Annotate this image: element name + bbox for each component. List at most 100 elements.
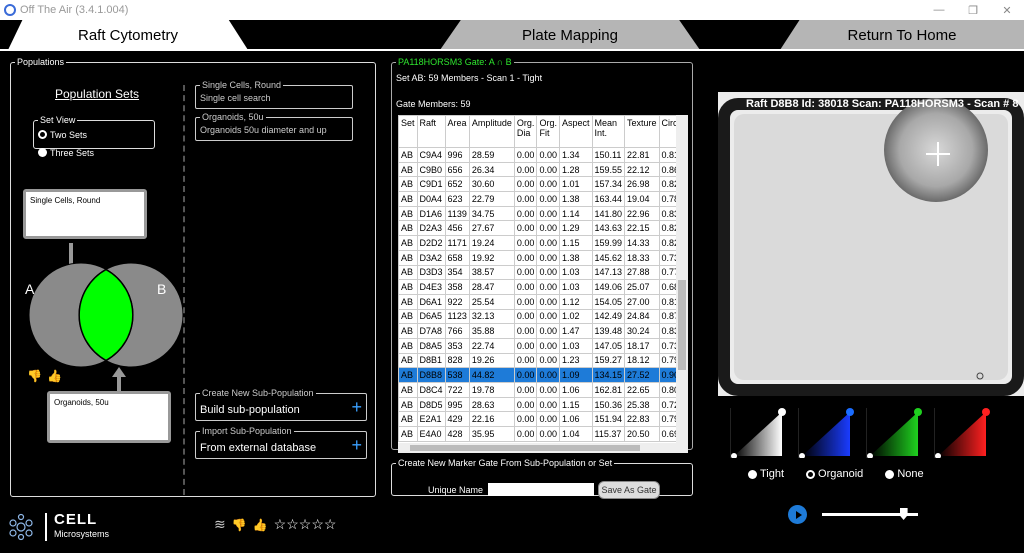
table-row[interactable]: AB D4E3 358 28.47 0.00 0.00 1.03 149.06 25.07 0.6…: [398, 279, 688, 295]
table-cell: 0.00: [513, 220, 538, 237]
column-header[interactable]: Amplitude: [468, 115, 515, 148]
table-cell: 163.44: [591, 191, 626, 207]
radio-tight[interactable]: Tight: [748, 468, 784, 480]
channel-white[interactable]: [730, 408, 790, 458]
channel-blue[interactable]: [798, 408, 858, 458]
table-row[interactable]: AB D8B1 828 19.26 0.00 0.00 1.23 159.27 18.12 0.7…: [398, 352, 688, 369]
channel-green[interactable]: [866, 408, 926, 458]
column-header[interactable]: Texture: [624, 115, 660, 148]
table-row[interactable]: AB D0A4 623 22.79 0.00 0.00 1.38 163.44 19.04 0.7…: [398, 191, 688, 207]
import-subpopulation[interactable]: Import Sub-Population From external data…: [195, 426, 367, 459]
raft-image-viewer[interactable]: [718, 92, 1024, 396]
add-icon[interactable]: +: [351, 436, 362, 454]
thumbs-down-icon[interactable]: 👎: [232, 518, 247, 532]
table-cell: 35.95: [468, 426, 515, 442]
star-icon[interactable]: ☆: [274, 516, 287, 532]
table-cell: AB: [398, 176, 418, 193]
table-cell: 1171: [444, 235, 470, 251]
table-row[interactable]: AB D6A1 922 25.54 0.00 0.00 1.12 154.05 27.00 0.8…: [398, 293, 688, 310]
table-row[interactable]: AB D7A8 766 35.88 0.00 0.00 1.47 139.48 30.24 0.8…: [398, 323, 688, 339]
column-header[interactable]: Raft: [416, 115, 446, 148]
table-cell: 828: [444, 352, 470, 369]
layers-icon[interactable]: ≋: [214, 516, 226, 533]
table-cell: 1.28: [558, 161, 593, 178]
population-sets-link[interactable]: Population Sets: [55, 87, 139, 101]
thumbs-down-icon[interactable]: 👎: [27, 369, 42, 383]
add-icon[interactable]: +: [351, 398, 362, 416]
table-cell: 428: [444, 426, 470, 442]
table-cell: 1.15: [558, 235, 593, 251]
column-header[interactable]: Aspect: [558, 115, 593, 148]
column-header[interactable]: Set: [398, 115, 418, 148]
set-b-box[interactable]: Organoids, 50u: [47, 391, 171, 443]
table-cell: 150.36: [591, 396, 626, 413]
table-row[interactable]: AB E4A0 428 35.95 0.00 0.00 1.04 115.37 20.50 0.6…: [398, 426, 688, 442]
table-row[interactable]: AB D8C4 722 19.78 0.00 0.00 1.06 162.81 22.65 0.8…: [398, 382, 688, 398]
channel-red[interactable]: [934, 408, 994, 458]
star-icon[interactable]: ☆: [324, 516, 337, 532]
horizontal-scrollbar[interactable]: [398, 443, 676, 453]
rating-stars[interactable]: ☆☆☆☆☆: [274, 516, 337, 533]
scroll-thumb[interactable]: [678, 280, 686, 370]
play-icon[interactable]: [788, 505, 807, 524]
radio-none[interactable]: None: [885, 468, 924, 480]
table-cell: 18.12: [624, 352, 660, 369]
set-a-box[interactable]: Single Cells, Round: [23, 189, 147, 239]
unique-name-input[interactable]: [488, 483, 594, 496]
column-header[interactable]: Mean Int.: [591, 115, 626, 148]
tab-raft-cytometry[interactable]: Raft Cytometry: [8, 20, 248, 50]
star-icon[interactable]: ☆: [299, 516, 312, 532]
column-header[interactable]: Area: [444, 115, 470, 148]
table-cell: 14.33: [624, 235, 660, 251]
table-cell: 18.17: [624, 337, 660, 354]
table-row[interactable]: AB D6A5 1123 32.13 0.00 0.00 1.02 142.49 24.84 0.…: [398, 308, 688, 325]
table-cell: 115.37: [591, 426, 626, 442]
thumbs-up-icon[interactable]: 👍: [253, 518, 268, 532]
minimize-icon[interactable]: —: [922, 0, 956, 20]
window-title: Off The Air (3.4.1.004): [20, 4, 129, 16]
cell-type-single[interactable]: Single Cells, Round Single cell search: [195, 80, 353, 109]
save-as-gate-button[interactable]: Save As Gate: [598, 481, 660, 499]
slider-knob[interactable]: [899, 508, 908, 520]
table-cell: 151.94: [591, 411, 626, 428]
table-cell: 1.38: [558, 191, 593, 207]
table-row[interactable]: AB D2D2 1171 19.24 0.00 0.00 1.15 159.99 14.33 0.…: [398, 235, 688, 251]
tab-plate-mapping[interactable]: Plate Mapping: [440, 20, 700, 50]
table-cell: 22.15: [624, 220, 660, 237]
column-header[interactable]: Org. Dia: [513, 115, 538, 148]
table-cell: 0.00: [513, 161, 538, 178]
column-header[interactable]: Org. Fit: [536, 115, 560, 148]
star-icon[interactable]: ☆: [286, 516, 299, 532]
table-row[interactable]: AB D3D3 354 38.57 0.00 0.00 1.03 147.13 27.88 0.7…: [398, 264, 688, 281]
table-cell: 0.00: [536, 161, 560, 178]
table-row[interactable]: AB D3A2 658 19.92 0.00 0.00 1.38 145.62 18.33 0.7…: [398, 249, 688, 266]
close-icon[interactable]: ✕: [990, 0, 1024, 20]
table-row[interactable]: AB C9D1 652 30.60 0.00 0.00 1.01 157.34 26.98 0.8…: [398, 176, 688, 193]
table-cell: 0.00: [513, 308, 538, 325]
playback-slider[interactable]: [822, 508, 918, 520]
table-cell: D8C4: [416, 382, 446, 398]
table-row[interactable]: AB D1A6 1139 34.75 0.00 0.00 1.14 141.80 22.96 0.…: [398, 205, 688, 222]
table-row[interactable]: AB D8B8 538 44.82 0.00 0.00 1.09 134.15 27.52 0.9…: [398, 367, 688, 383]
radio-organoid[interactable]: Organoid: [806, 468, 863, 480]
table-row[interactable]: AB D8A5 353 22.74 0.00 0.00 1.03 147.05 18.17 0.7…: [398, 337, 688, 354]
restore-icon[interactable]: ❐: [956, 0, 990, 20]
radio-two-sets[interactable]: Two Sets: [38, 130, 87, 140]
scroll-thumb[interactable]: [410, 445, 640, 451]
table-cell: 27.67: [468, 220, 515, 237]
table-row[interactable]: AB E2A1 429 22.16 0.00 0.00 1.06 151.94 22.83 0.7…: [398, 411, 688, 428]
tab-return-home[interactable]: Return To Home: [780, 20, 1024, 50]
thumbs-up-icon[interactable]: 👍: [47, 369, 62, 383]
vertical-scrollbar[interactable]: [676, 115, 688, 453]
star-icon[interactable]: ☆: [311, 516, 324, 532]
gate-members-table[interactable]: Set Raft Area Amplitude Org. Dia Org. Fit Aspe…: [398, 115, 688, 453]
table-row[interactable]: AB C9A4 996 28.59 0.00 0.00 1.34 150.11 22.81 0.8…: [398, 147, 688, 163]
table-cell: 0.00: [536, 352, 560, 369]
table-row[interactable]: AB D8D5 995 28.63 0.00 0.00 1.15 150.36 25.38 0.7…: [398, 396, 688, 413]
table-row[interactable]: AB C9B0 656 26.34 0.00 0.00 1.28 159.55 22.12 0.8…: [398, 161, 688, 178]
populations-legend: Populations: [17, 57, 65, 67]
create-subpopulation[interactable]: Create New Sub-Population Build sub-popu…: [195, 388, 367, 421]
radio-three-sets[interactable]: Three Sets: [38, 148, 94, 158]
table-row[interactable]: AB D2A3 456 27.67 0.00 0.00 1.29 143.63 22.15 0.8…: [398, 220, 688, 237]
cell-type-organoids[interactable]: Organoids, 50u Organoids 50u diameter an…: [195, 112, 353, 141]
